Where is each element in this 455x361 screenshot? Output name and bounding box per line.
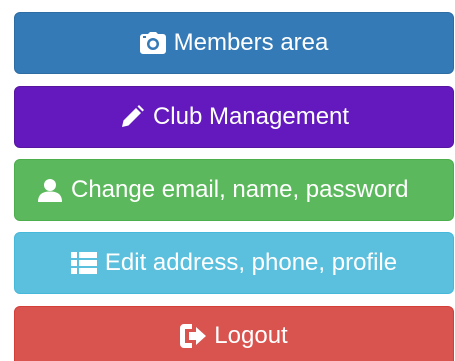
logout-label: Logout — [214, 322, 288, 349]
logout-icon — [180, 323, 207, 349]
logout-button[interactable]: Logout — [14, 306, 454, 361]
member-menu: Members area Club Management Change emai… — [0, 0, 455, 361]
camera-icon — [139, 30, 166, 56]
list-icon — [70, 250, 97, 276]
edit-profile-button[interactable]: Edit address, phone, profile — [14, 232, 454, 294]
change-account-label: Change email, name, password — [71, 176, 409, 203]
user-icon — [37, 177, 63, 203]
club-management-button[interactable]: Club Management — [14, 86, 454, 148]
pencil-icon — [119, 104, 145, 130]
edit-profile-label: Edit address, phone, profile — [104, 249, 398, 276]
members-area-button[interactable]: Members area — [14, 12, 454, 74]
members-area-label: Members area — [173, 29, 329, 56]
club-management-label: Club Management — [152, 103, 350, 130]
change-account-button[interactable]: Change email, name, password — [14, 159, 454, 221]
